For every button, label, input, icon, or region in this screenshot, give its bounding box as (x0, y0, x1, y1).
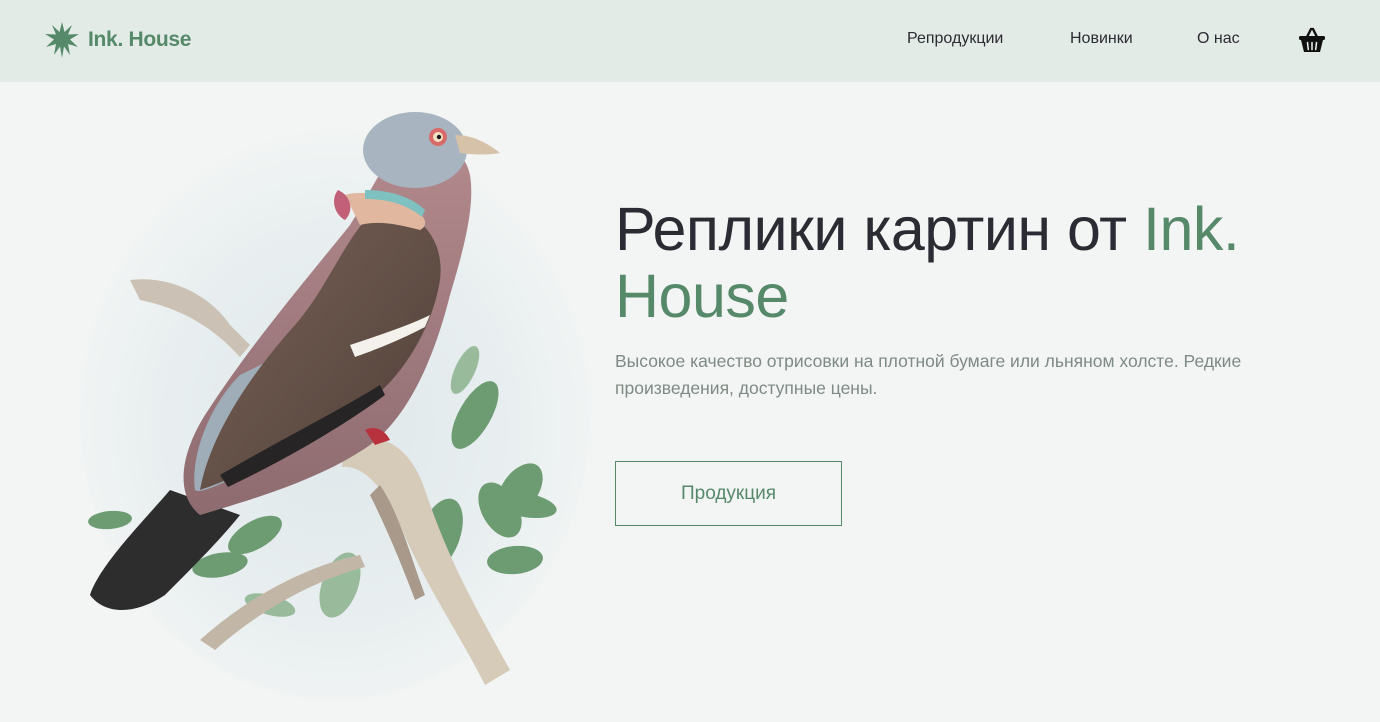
products-button[interactable]: Продукция (615, 461, 842, 526)
star-burst-logo-icon (45, 22, 79, 58)
nav-item-new-arrivals[interactable]: Новинки (1070, 30, 1133, 52)
hero-title-main: Реплики картин от (615, 195, 1143, 263)
nav-item-reproductions[interactable]: Репродукции (907, 30, 1003, 52)
nav-item-about[interactable]: О нас (1197, 30, 1240, 52)
logo-link[interactable]: Ink. House (45, 22, 192, 58)
basket-icon[interactable] (1298, 27, 1326, 53)
pigeon-illustration (80, 112, 590, 700)
hero-title: Реплики картин от Ink. House (615, 196, 1335, 330)
site-header: Ink. House Репродукции Новинки О нас (0, 0, 1380, 82)
brand-name: Ink. House (88, 28, 192, 51)
hero-subtitle: Высокое качество отрисовки на плотной бу… (615, 351, 1242, 398)
